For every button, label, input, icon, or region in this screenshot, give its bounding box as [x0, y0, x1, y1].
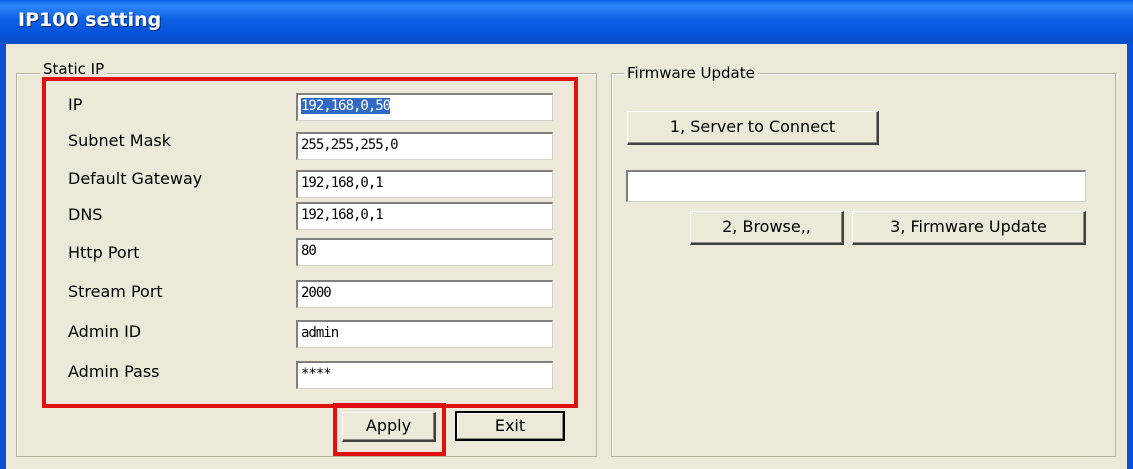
browse-button[interactable]: 2, Browse,, [690, 211, 844, 245]
title-bar[interactable]: IP100 setting [0, 0, 1133, 44]
window-frame-right [1127, 44, 1133, 469]
static-ip-group-label: Static IP [40, 60, 108, 78]
ip100-setting-window: IP100 setting Static IP IP 192,168,0,50 … [0, 0, 1133, 469]
apply-highlight-box [333, 403, 446, 456]
window-frame-left [0, 44, 6, 469]
firmware-update-group-label: Firmware Update [624, 64, 758, 82]
firmware-path-field[interactable] [626, 170, 1086, 202]
window-title: IP100 setting [18, 9, 162, 31]
exit-button[interactable]: Exit [455, 411, 565, 441]
server-to-connect-button[interactable]: 1, Server to Connect [627, 111, 879, 145]
firmware-update-button[interactable]: 3, Firmware Update [852, 211, 1086, 245]
fields-highlight-box [42, 77, 578, 408]
